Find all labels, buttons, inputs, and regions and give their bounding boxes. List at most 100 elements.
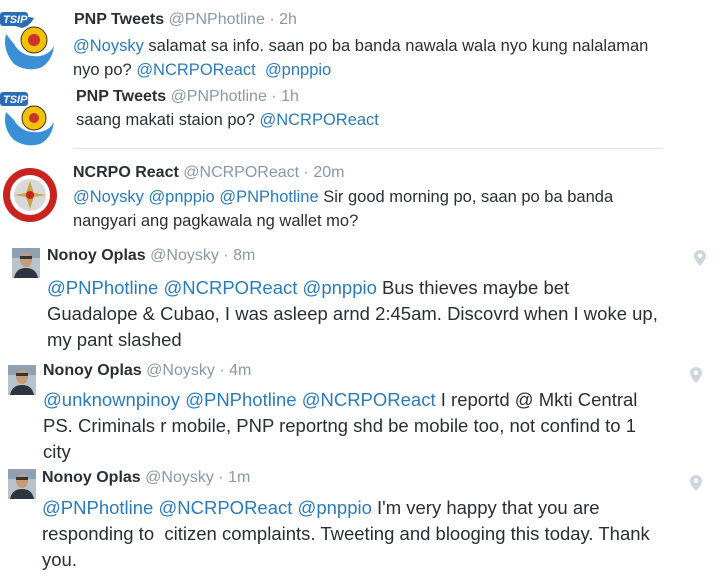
text-run: responding to citizen complaints. Tweeti… <box>42 523 650 544</box>
text-line: @PNPhotline @NCRPOReact @pnppio Bus thie… <box>47 275 658 301</box>
mention-link[interactable]: @NCRPOReact <box>163 277 297 298</box>
avatar[interactable] <box>8 365 36 395</box>
separator: · <box>303 164 309 181</box>
separator: · <box>219 362 225 379</box>
author-handle[interactable]: @Noysky <box>150 247 219 264</box>
avatar[interactable] <box>12 248 40 278</box>
author-handle[interactable]: @NCRPOReact <box>183 164 299 181</box>
separator: · <box>269 11 275 28</box>
text-run <box>256 61 265 79</box>
timestamp[interactable]: 20m <box>313 164 344 181</box>
tweet-text: @Noysky salamat sa info. saan po ba band… <box>73 34 648 82</box>
separator: · <box>271 88 277 105</box>
divider <box>73 148 663 149</box>
ncrpo-seal <box>3 168 57 222</box>
text-run: you. <box>42 549 77 570</box>
tweet[interactable]: Nonoy Oplas @Noysky · 4m @unknownpinoy @… <box>0 355 718 463</box>
mention-link[interactable]: @NCRPOReact <box>136 61 255 79</box>
text-line: city <box>43 439 713 463</box>
tweet-header: PNP Tweets @PNPhotline · 2h <box>74 11 297 29</box>
text-run: my pant slashed <box>47 329 182 350</box>
tweet-header: NCRPO React @NCRPOReact · 20m <box>73 164 344 182</box>
author-handle[interactable]: @PNPhotline <box>171 88 267 105</box>
text-run: saang makati staion po? <box>76 111 260 129</box>
author-name[interactable]: NCRPO React <box>73 164 179 181</box>
svg-text:TSIP: TSIP <box>3 14 28 26</box>
text-run: PS. Criminals r mobile, PNP reportng shd… <box>43 415 636 436</box>
separator: · <box>218 469 224 486</box>
tweet-text: @Noysky @pnppio @PNPhotline Sir good mor… <box>73 185 613 233</box>
location-pin-icon[interactable] <box>694 250 706 266</box>
tweet-header: Nonoy Oplas @Noysky · 4m <box>43 362 251 380</box>
tweet-text: @unknownpinoy @PNPhotline @NCRPOReact I … <box>43 387 713 463</box>
text-line: PS. Criminals r mobile, PNP reportng shd… <box>43 413 713 439</box>
text-line: nyo po? @NCRPOReact @pnppio <box>73 58 648 82</box>
text-run: Bus thieves maybe bet <box>376 277 570 298</box>
timestamp[interactable]: 2h <box>279 11 297 28</box>
separator: · <box>223 247 229 264</box>
text-run: city <box>43 441 71 462</box>
tweet-header: Nonoy Oplas @Noysky · 8m <box>47 247 255 265</box>
svg-text:TSIP: TSIP <box>3 94 28 106</box>
author-handle[interactable]: @Noysky <box>145 469 214 486</box>
tweet[interactable]: NCRPO React @NCRPOReact · 20m @Noysky @p… <box>0 152 718 232</box>
mention-link[interactable]: @pnppio <box>265 61 331 79</box>
mention-link[interactable]: @NCRPOReact <box>259 111 378 129</box>
user-photo <box>8 469 36 499</box>
mention-link[interactable]: @pnppio <box>303 277 377 298</box>
text-run: I'm very happy that you are <box>371 497 600 518</box>
tweet[interactable]: Nonoy Oplas @Noysky · 1m @PNPhotline @NC… <box>0 465 718 579</box>
timestamp[interactable]: 1m <box>228 469 250 486</box>
mention-link[interactable]: @Noysky <box>73 37 144 55</box>
pnp-tsip-logo: TSIP <box>0 88 58 148</box>
location-pin-icon[interactable] <box>690 367 702 383</box>
text-line: responding to citizen complaints. Tweeti… <box>42 521 650 547</box>
text-line: saang makati staion po? @NCRPOReact <box>76 108 379 132</box>
avatar[interactable]: TSIP <box>0 6 58 74</box>
mention-link[interactable]: @NCRPOReact <box>302 389 436 410</box>
tweet-header: Nonoy Oplas @Noysky · 1m <box>42 469 250 487</box>
author-name[interactable]: Nonoy Oplas <box>43 362 142 379</box>
mention-link[interactable]: @PNPhotline <box>42 497 153 518</box>
tweet-text: @PNPhotline @NCRPOReact @pnppio Bus thie… <box>47 275 658 353</box>
mention-link[interactable]: @unknownpinoy <box>43 389 180 410</box>
author-handle[interactable]: @PNPhotline <box>169 11 265 28</box>
text-line: my pant slashed <box>47 327 658 353</box>
text-line: nangyari ang pagkawala ng wallet mo? <box>73 209 613 233</box>
mention-link[interactable]: @PNPhotline <box>219 188 318 206</box>
author-name[interactable]: Nonoy Oplas <box>47 247 146 264</box>
tweet-header: PNP Tweets @PNPhotline · 1h <box>76 88 299 106</box>
text-run: I reportd @ Mkti Central <box>435 389 638 410</box>
mention-link[interactable]: @PNPhotline <box>47 277 158 298</box>
text-run: salamat sa info. saan po ba banda nawala… <box>143 37 649 55</box>
text-line: you. <box>42 547 650 573</box>
text-run: nangyari ang pagkawala ng wallet mo? <box>73 212 359 230</box>
author-handle[interactable]: @Noysky <box>146 362 215 379</box>
text-line: @Noysky @pnppio @PNPhotline Sir good mor… <box>73 185 613 209</box>
tweet[interactable]: Nonoy Oplas @Noysky · 8m @PNPhotline @NC… <box>0 238 718 358</box>
text-line: @Noysky salamat sa info. saan po ba band… <box>73 34 648 58</box>
timestamp[interactable]: 1h <box>281 88 299 105</box>
tweet[interactable]: TSIP PNP Tweets @PNPhotline · 1h saang m… <box>0 84 718 148</box>
mention-link[interactable]: @pnppio <box>148 188 214 206</box>
avatar[interactable] <box>2 167 58 223</box>
author-name[interactable]: Nonoy Oplas <box>42 469 141 486</box>
text-line: Guadalope & Cubao, I was asleep arnd 2:4… <box>47 301 658 327</box>
timestamp[interactable]: 4m <box>229 362 251 379</box>
text-run: nyo po? <box>73 61 137 79</box>
author-name[interactable]: PNP Tweets <box>76 88 166 105</box>
mention-link[interactable]: @Noysky <box>73 188 144 206</box>
mention-link[interactable]: @pnppio <box>298 497 372 518</box>
user-photo <box>8 365 36 395</box>
timestamp[interactable]: 8m <box>233 247 255 264</box>
text-line: @unknownpinoy @PNPhotline @NCRPOReact I … <box>43 387 713 413</box>
author-name[interactable]: PNP Tweets <box>74 11 164 28</box>
mention-link[interactable]: @PNPhotline <box>185 389 296 410</box>
avatar[interactable]: TSIP <box>0 88 58 148</box>
avatar[interactable] <box>8 469 36 499</box>
text-line: @PNPhotline @NCRPOReact @pnppio I'm very… <box>42 495 650 521</box>
location-pin-icon[interactable] <box>690 475 702 491</box>
tweet[interactable]: TSIP PNP Tweets @PNPhotline · 2h @Noysky… <box>0 0 718 88</box>
mention-link[interactable]: @NCRPOReact <box>158 497 292 518</box>
tweet-text: saang makati staion po? @NCRPOReact <box>76 108 379 132</box>
